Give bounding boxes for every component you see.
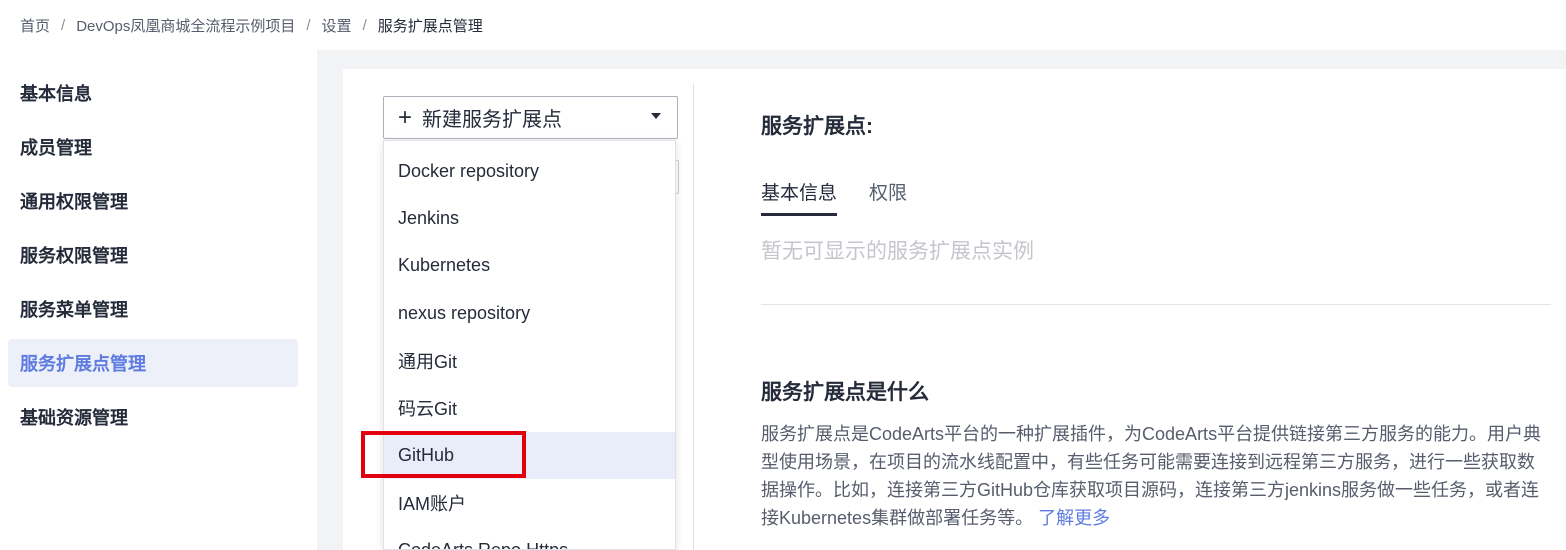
sidebar-item-service-endpoints[interactable]: 服务扩展点管理 bbox=[8, 339, 298, 387]
panel-divider bbox=[693, 84, 694, 550]
tab-permissions[interactable]: 权限 bbox=[869, 178, 907, 216]
sidebar-item-basic-info[interactable]: 基本信息 bbox=[8, 69, 298, 117]
panel-tabs: 基本信息 权限 bbox=[761, 178, 939, 216]
what-is-description: 服务扩展点是CodeArts平台的一种扩展插件，为CodeArts平台提供链接第… bbox=[761, 420, 1551, 532]
dropdown-item-iam-account[interactable]: IAM账户 bbox=[384, 479, 675, 526]
breadcrumb-current: 服务扩展点管理 bbox=[377, 17, 483, 35]
breadcrumb-project[interactable]: DevOps凤凰商城全流程示例项目 bbox=[76, 15, 295, 36]
panel-title: 服务扩展点: bbox=[761, 115, 873, 138]
github-highlight-box bbox=[361, 431, 526, 478]
sidebar-item-base-resources[interactable]: 基础资源管理 bbox=[8, 393, 298, 441]
new-service-endpoint-label: 新建服务扩展点 bbox=[422, 109, 563, 131]
sidebar-item-service-permissions[interactable]: 服务权限管理 bbox=[8, 231, 298, 279]
what-is-title: 服务扩展点是什么 bbox=[761, 381, 929, 404]
scrollbar-track[interactable] bbox=[1551, 69, 1566, 550]
breadcrumb-home[interactable]: 首页 bbox=[20, 15, 50, 36]
learn-more-link[interactable]: 了解更多 bbox=[1038, 508, 1110, 528]
breadcrumb-settings[interactable]: 设置 bbox=[322, 15, 352, 36]
dropdown-item-docker-repository[interactable]: Docker repository bbox=[384, 148, 675, 195]
endpoint-type-dropdown: Docker repository Jenkins Kubernetes nex… bbox=[383, 140, 676, 550]
dropdown-item-nexus-repository[interactable]: nexus repository bbox=[384, 290, 675, 337]
sidebar-item-service-menu[interactable]: 服务菜单管理 bbox=[8, 285, 298, 333]
breadcrumb: 首页 / DevOps凤凰商城全流程示例项目 / 设置 / 服务扩展点管理 bbox=[0, 0, 1566, 50]
settings-sidebar: 基本信息 成员管理 通用权限管理 服务权限管理 服务菜单管理 服务扩展点管理 基… bbox=[0, 50, 317, 550]
breadcrumb-separator: / bbox=[362, 16, 367, 34]
breadcrumb-separator: / bbox=[306, 16, 311, 34]
dropdown-item-codearts-repo-https[interactable]: CodeArts Repo Https bbox=[384, 527, 675, 549]
dropdown-item-kubernetes[interactable]: Kubernetes bbox=[384, 242, 675, 289]
breadcrumb-separator: / bbox=[61, 16, 66, 34]
dropdown-item-generic-git[interactable]: 通用Git bbox=[384, 337, 675, 384]
tab-basic-info[interactable]: 基本信息 bbox=[761, 178, 838, 216]
sidebar-item-general-permissions[interactable]: 通用权限管理 bbox=[8, 177, 298, 225]
plus-icon: + bbox=[398, 103, 413, 131]
sidebar-item-members[interactable]: 成员管理 bbox=[8, 123, 298, 171]
new-service-endpoint-button[interactable]: + 新建服务扩展点 bbox=[383, 96, 678, 139]
dropdown-item-jenkins[interactable]: Jenkins bbox=[384, 195, 675, 242]
what-is-description-text: 服务扩展点是CodeArts平台的一种扩展插件，为CodeArts平台提供链接第… bbox=[761, 424, 1542, 528]
caret-down-icon bbox=[651, 113, 661, 119]
dropdown-item-gitee-git[interactable]: 码云Git bbox=[384, 384, 675, 431]
section-divider bbox=[761, 304, 1551, 305]
empty-state-text: 暂无可显示的服务扩展点实例 bbox=[761, 240, 1034, 263]
